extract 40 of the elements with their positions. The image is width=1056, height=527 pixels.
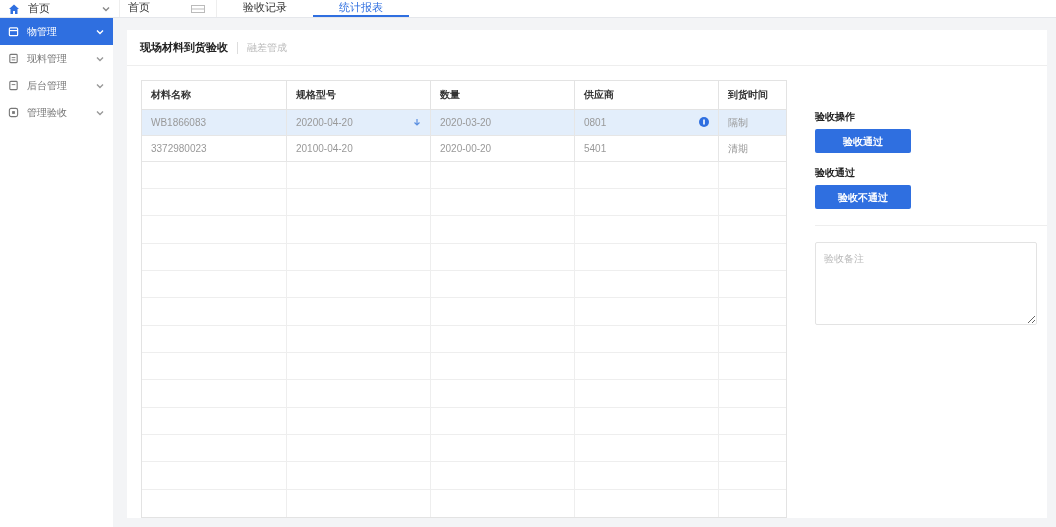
sidebar-item[interactable]: 管理验收 (0, 99, 113, 126)
sidebar-item[interactable]: 物管理 (0, 18, 113, 45)
page-title: 现场材料到货验收 (140, 40, 228, 56)
table-cell-text: 3372980023 (151, 141, 207, 156)
document-icon (8, 53, 19, 64)
column-header: 数量 (440, 88, 460, 103)
sidebar-item[interactable]: 现料管理 (0, 45, 113, 72)
document-icon (8, 80, 19, 91)
approve-button[interactable]: 验收通过 (815, 129, 911, 153)
info-icon[interactable] (699, 117, 709, 128)
table-cell-text: 清期 (728, 141, 748, 156)
table-row[interactable]: WB1866083 20200-04-20 2020-03-20 0801 隔制 (142, 109, 786, 136)
sidebar-item[interactable]: 后台管理 (0, 72, 113, 99)
column-header: 规格型号 (296, 88, 336, 103)
table-cell-text: 0801 (584, 115, 607, 130)
square-icon (8, 107, 19, 118)
grid-icon[interactable] (191, 4, 205, 13)
section-heading: 验收操作 (815, 110, 856, 123)
home-icon (8, 2, 20, 15)
table-cell-text: 5401 (584, 141, 607, 156)
column-header: 到货时间 (728, 88, 768, 103)
table-cell-text: 2020-03-20 (440, 115, 492, 130)
nav-tab[interactable]: 验收记录 (217, 0, 313, 17)
page-subtitle: 融差管成 (247, 41, 287, 55)
remark-field[interactable]: 验收备注 (815, 242, 1037, 325)
table-row[interactable]: 3372980023 20100-04-20 2020-00-20 5401 清期 (142, 135, 786, 162)
arrow-down-icon[interactable] (413, 118, 421, 127)
nav-tab[interactable]: 统计报表 (313, 0, 409, 17)
section-heading: 验收通过 (815, 166, 856, 179)
home-dropdown[interactable]: 首页 (0, 0, 120, 17)
column-header: 材料名称 (151, 88, 191, 103)
reject-button[interactable]: 验收不通过 (815, 185, 911, 209)
table-cell-text: 隔制 (728, 115, 748, 130)
table-cell-text: 2020-00-20 (440, 141, 492, 156)
calendar-icon (8, 26, 19, 37)
nav-tab[interactable]: 首页 (120, 0, 180, 17)
table-cell-text: WB1866083 (151, 115, 207, 130)
table-cell-text: 20200-04-20 (296, 115, 353, 130)
table-cell-text: 20100-04-20 (296, 141, 353, 156)
column-header: 供应商 (584, 88, 614, 103)
